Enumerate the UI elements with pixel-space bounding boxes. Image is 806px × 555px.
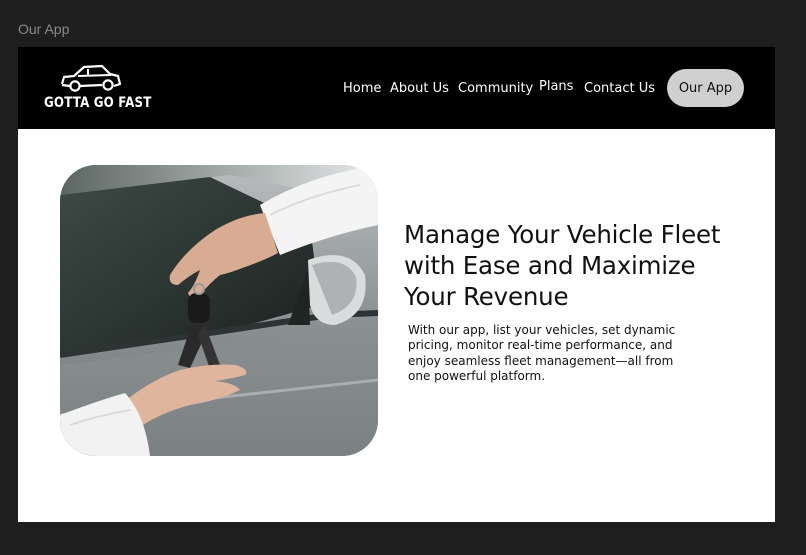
car-key-handover-photo — [60, 165, 378, 456]
nav-community[interactable]: Community — [458, 81, 533, 96]
hero-title: Manage Your Vehicle Fleet with Ease and … — [404, 220, 721, 311]
brand-name: GOTTA GO FAST — [44, 95, 152, 111]
nav-contact-us[interactable]: Contact Us — [584, 81, 655, 96]
frame-label: Our App — [18, 21, 70, 37]
app-frame: GOTTA GO FAST Home About Us Community Pl… — [18, 47, 775, 522]
navbar: GOTTA GO FAST Home About Us Community Pl… — [18, 47, 775, 129]
our-app-button[interactable]: Our App — [667, 69, 744, 107]
car-icon — [60, 64, 122, 92]
nav-plans[interactable]: Plans — [539, 79, 573, 94]
nav-about-us[interactable]: About Us — [390, 81, 449, 96]
brand-logo[interactable]: GOTTA GO FAST — [42, 64, 151, 116]
hero-description: With our app, list your vehicles, set dy… — [408, 323, 676, 383]
hero-image — [60, 165, 378, 456]
nav-home[interactable]: Home — [343, 81, 381, 96]
